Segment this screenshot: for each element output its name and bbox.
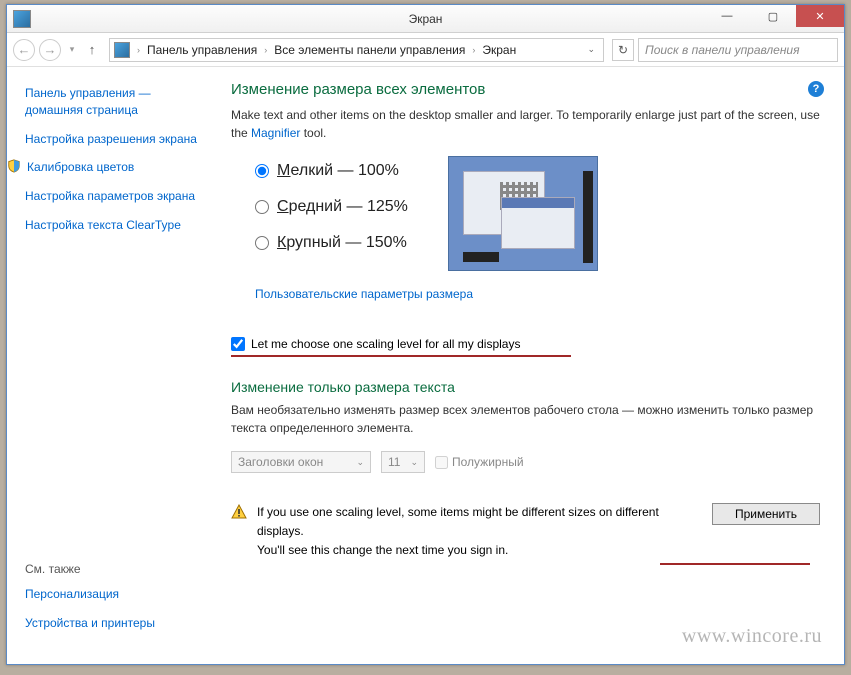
navbar: ← → ▾ ↑ › Панель управления › Все элемен… bbox=[7, 33, 844, 67]
address-bar[interactable]: › Панель управления › Все элементы панел… bbox=[109, 38, 604, 62]
history-dropdown[interactable]: ▾ bbox=[65, 44, 79, 55]
heading-text-only: Изменение только размера текста bbox=[231, 379, 820, 395]
app-icon bbox=[13, 10, 31, 28]
warning-row: If you use one scaling level, some items… bbox=[231, 503, 820, 565]
warning-text: If you use one scaling level, some items… bbox=[257, 503, 820, 565]
help-icon[interactable]: ? bbox=[808, 81, 824, 97]
heading-resize-all: Изменение размера всех элементов bbox=[231, 81, 820, 98]
bold-checkbox[interactable] bbox=[435, 456, 448, 469]
see-also-devices[interactable]: Устройства и принтеры bbox=[25, 615, 215, 632]
search-placeholder: Поиск в панели управления bbox=[645, 43, 800, 57]
see-also-personalization[interactable]: Персонализация bbox=[25, 586, 215, 603]
main-panel: ? Изменение размера всех элементов Make … bbox=[217, 67, 844, 664]
refresh-button[interactable]: ↻ bbox=[612, 39, 634, 61]
address-dropdown[interactable]: ⌄ bbox=[583, 44, 599, 55]
window: Экран — ▢ ✕ ← → ▾ ↑ › Панель управления … bbox=[6, 4, 845, 665]
window-buttons: — ▢ ✕ bbox=[704, 5, 844, 32]
warning-line1: If you use one scaling level, some items… bbox=[257, 503, 702, 541]
maximize-button[interactable]: ▢ bbox=[750, 5, 796, 27]
titlebar: Экран — ▢ ✕ bbox=[7, 5, 844, 33]
radio-medium-input[interactable] bbox=[255, 200, 269, 214]
sidebar-link-params[interactable]: Настройка параметров экрана bbox=[25, 188, 205, 205]
sidebar-link-home[interactable]: Панель управления — домашняя страница bbox=[25, 85, 205, 119]
magnifier-link[interactable]: Magnifier bbox=[251, 126, 300, 140]
sidebar-link-cleartype[interactable]: Настройка текста ClearType bbox=[25, 217, 205, 234]
watermark: www.wincore.ru bbox=[682, 625, 822, 648]
description: Make text and other items on the desktop… bbox=[231, 106, 820, 142]
highlight-underline bbox=[231, 355, 571, 357]
size-combo-value: 11 bbox=[388, 455, 400, 469]
breadcrumb-item[interactable]: Все элементы панели управления bbox=[274, 43, 465, 57]
radio-small-input[interactable] bbox=[255, 164, 269, 178]
one-scaling-checkbox[interactable] bbox=[231, 337, 245, 351]
bold-label: Полужирный bbox=[452, 455, 524, 469]
radio-small-label: Мелкий — 100% bbox=[277, 162, 399, 180]
size-combo[interactable]: 11 ⌄ bbox=[381, 451, 425, 473]
one-scaling-checkbox-row[interactable]: Let me choose one scaling level for all … bbox=[231, 337, 820, 351]
preview-image bbox=[448, 156, 598, 271]
up-button[interactable]: ↑ bbox=[83, 42, 101, 57]
sidebar-link-resolution[interactable]: Настройка разрешения экрана bbox=[25, 131, 205, 148]
apply-button[interactable]: Применить bbox=[712, 503, 820, 525]
text-only-controls: Заголовки окон ⌄ 11 ⌄ Полужирный bbox=[231, 451, 820, 473]
scaling-radios: Мелкий — 100% Средний — 125% Крупный — 1… bbox=[231, 156, 408, 271]
radio-large-label: Крупный — 150% bbox=[277, 234, 407, 252]
radio-large[interactable]: Крупный — 150% bbox=[255, 234, 408, 252]
radio-small[interactable]: Мелкий — 100% bbox=[255, 162, 408, 180]
breadcrumb-sep: › bbox=[134, 45, 143, 55]
radio-medium[interactable]: Средний — 125% bbox=[255, 198, 408, 216]
chevron-down-icon: ⌄ bbox=[410, 457, 418, 468]
close-button[interactable]: ✕ bbox=[796, 5, 844, 27]
breadcrumb-item[interactable]: Панель управления bbox=[147, 43, 257, 57]
location-icon bbox=[114, 42, 130, 58]
back-button[interactable]: ← bbox=[13, 39, 35, 61]
radio-medium-label: Средний — 125% bbox=[277, 198, 408, 216]
sidebar: Панель управления — домашняя страница На… bbox=[7, 67, 217, 664]
element-combo-value: Заголовки окон bbox=[238, 455, 323, 469]
one-scaling-label: Let me choose one scaling level for all … bbox=[251, 337, 520, 351]
highlight-underline-apply bbox=[660, 563, 810, 565]
warning-line2: You'll see this change the next time you… bbox=[257, 541, 820, 560]
minimize-button[interactable]: — bbox=[704, 5, 750, 27]
description-text-only: Вам необязательно изменять размер всех э… bbox=[231, 401, 820, 437]
see-also: См. также Персонализация Устройства и пр… bbox=[25, 562, 215, 644]
desc-text-suffix: tool. bbox=[300, 126, 326, 140]
sidebar-link-label: Калибровка цветов bbox=[27, 159, 134, 176]
window-title: Экран bbox=[409, 12, 443, 26]
breadcrumb-sep: › bbox=[469, 45, 478, 55]
warning-icon bbox=[231, 504, 247, 520]
forward-button[interactable]: → bbox=[39, 39, 61, 61]
custom-size-link[interactable]: Пользовательские параметры размера bbox=[255, 287, 473, 301]
breadcrumb-sep: › bbox=[261, 45, 270, 55]
element-combo[interactable]: Заголовки окон ⌄ bbox=[231, 451, 371, 473]
sidebar-link-calibration[interactable]: Калибровка цветов bbox=[7, 159, 205, 176]
size-options: Мелкий — 100% Средний — 125% Крупный — 1… bbox=[231, 156, 820, 271]
search-input[interactable]: Поиск в панели управления bbox=[638, 38, 838, 62]
bold-checkbox-row[interactable]: Полужирный bbox=[435, 455, 524, 469]
shield-icon bbox=[7, 159, 21, 173]
chevron-down-icon: ⌄ bbox=[356, 457, 364, 468]
see-also-heading: См. также bbox=[25, 562, 215, 576]
content: Панель управления — домашняя страница На… bbox=[7, 67, 844, 664]
breadcrumb-item[interactable]: Экран bbox=[482, 43, 516, 57]
radio-large-input[interactable] bbox=[255, 236, 269, 250]
